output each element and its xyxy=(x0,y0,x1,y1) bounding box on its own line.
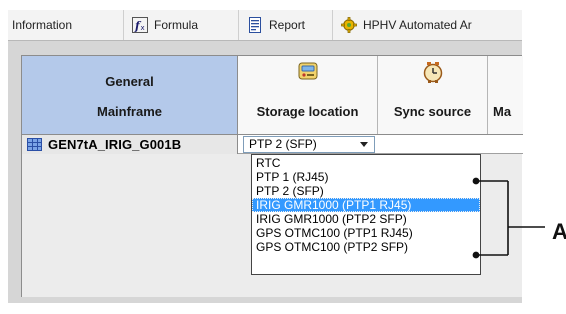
tab-formula[interactable]: f x Formula xyxy=(124,10,239,40)
storage-location-icon xyxy=(298,62,317,80)
storage-location-select[interactable]: PTP 2 (SFP) xyxy=(243,136,375,153)
grid-area: General Mainframe Storage location Sync … xyxy=(21,55,523,297)
mainframe-name: GEN7tA_IRIG_G001B xyxy=(48,137,182,152)
tab-information-label: Information xyxy=(12,18,73,32)
sync-source-column-header[interactable]: Sync source xyxy=(378,56,488,134)
sync-source-header-label: Sync source xyxy=(393,104,472,119)
mainframe-header-label: Mainframe xyxy=(96,104,163,119)
mainframe-grid-icon xyxy=(27,138,42,151)
tab-hphv-automated-label: HPHV Automated Ar xyxy=(363,18,472,32)
ma-header-label: Ma xyxy=(493,104,512,119)
dropdown-option[interactable]: PTP 1 (RJ45) xyxy=(252,170,480,184)
dropdown-option[interactable]: GPS OTMC100 (PTP2 SFP) xyxy=(252,240,480,254)
sync-clock-icon xyxy=(423,62,442,83)
general-header-label: General xyxy=(105,74,154,89)
storage-location-value: PTP 2 (SFP) xyxy=(249,137,317,151)
storage-location-dropdown-list: RTC PTP 1 (RJ45) PTP 2 (SFP) IRIG GMR100… xyxy=(251,154,481,275)
tab-strip: Information f x Formula Report HPHV Auto… xyxy=(8,10,522,41)
formula-icon: f x xyxy=(132,17,148,33)
callout-label: A xyxy=(552,219,566,244)
storage-location-column-header[interactable]: Storage location xyxy=(238,56,378,134)
tab-report[interactable]: Report xyxy=(239,10,333,40)
chevron-down-icon[interactable] xyxy=(360,142,368,147)
table-row[interactable]: GEN7tA_IRIG_G001B PTP 2 (SFP) xyxy=(22,134,523,154)
mainframe-cell[interactable]: GEN7tA_IRIG_G001B xyxy=(22,135,238,154)
tab-information[interactable]: Information xyxy=(8,10,124,40)
tab-formula-label: Formula xyxy=(154,18,199,32)
svg-text:x: x xyxy=(141,24,145,32)
dropdown-option[interactable]: RTC xyxy=(252,156,480,170)
dropdown-option[interactable]: GPS OTMC100 (PTP1 RJ45) xyxy=(252,226,480,240)
main-panel: General Mainframe Storage location Sync … xyxy=(8,41,523,303)
dropdown-option[interactable]: IRIG GMR1000 (PTP2 SFP) xyxy=(252,212,480,226)
ma-column-header[interactable]: Ma xyxy=(488,56,523,134)
dropdown-option-highlighted[interactable]: IRIG GMR1000 (PTP1 RJ45) xyxy=(252,198,480,212)
report-icon xyxy=(249,17,261,33)
general-mainframe-header[interactable]: General Mainframe xyxy=(22,56,238,134)
tab-hphv-automated[interactable]: HPHV Automated Ar xyxy=(333,10,522,40)
tab-report-label: Report xyxy=(269,18,306,32)
gear-icon xyxy=(341,17,357,33)
storage-location-header-label: Storage location xyxy=(256,104,359,119)
dropdown-option[interactable]: PTP 2 (SFP) xyxy=(252,184,480,198)
